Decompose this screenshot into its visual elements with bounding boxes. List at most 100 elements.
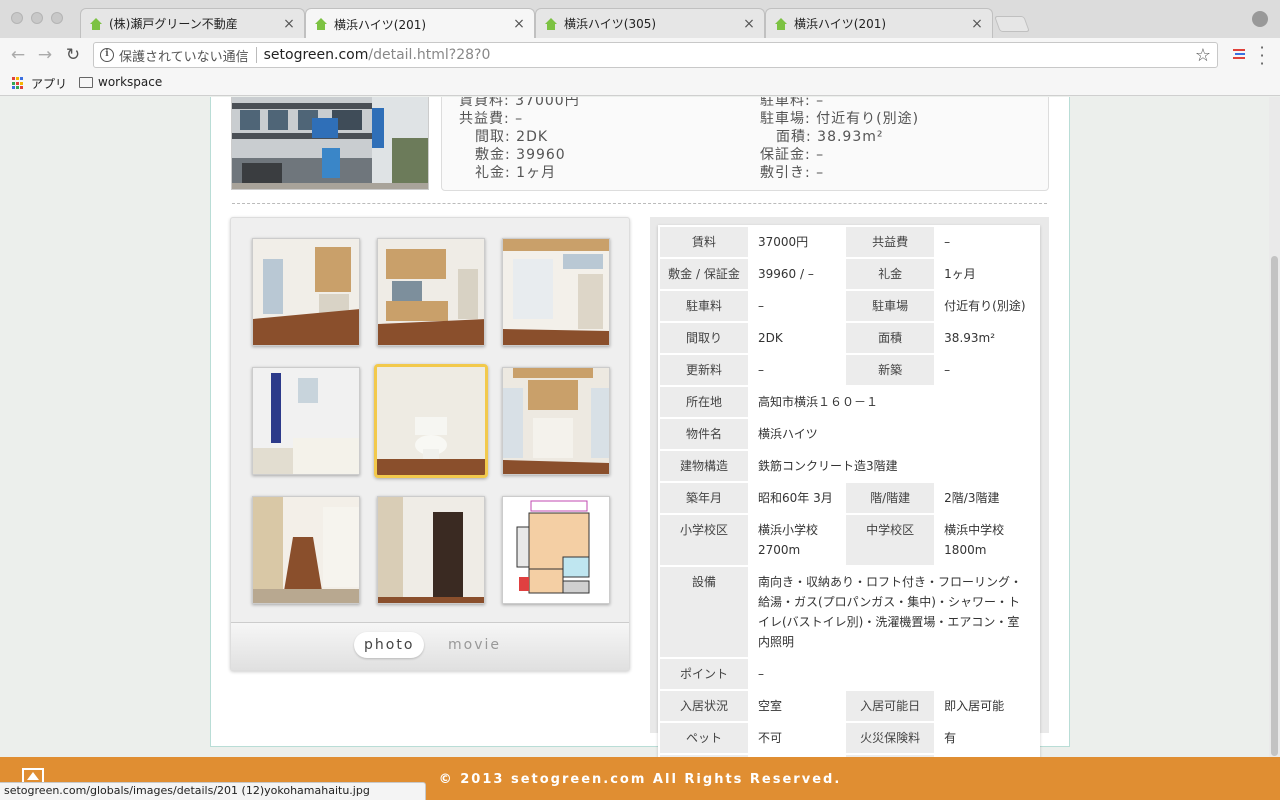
detail-value: 2DK — [747, 321, 847, 355]
detail-label: 入居状況 — [658, 689, 750, 723]
summary-label: 敷引き — [760, 165, 805, 181]
browser-toolbar: ← → ↻ i 保護されていない通信 setogreen.com /detail… — [0, 38, 1280, 72]
detail-label: 設備 — [658, 565, 750, 659]
status-bar-url: setogreen.com/globals/images/details/201… — [0, 782, 426, 800]
detail-label: 新築 — [844, 353, 937, 387]
browser-tab-1[interactable]: 横浜ハイツ(201) × — [305, 8, 535, 39]
summary-label: 面積 — [776, 129, 806, 145]
divider — [232, 203, 1047, 204]
detail-value: 高知市横浜１６０－１ — [748, 385, 1040, 419]
table-row: 敷金 / 保証金 39960 / – 礼金 1ヶ月 — [658, 257, 1040, 291]
detail-label: 賃料 — [658, 225, 750, 259]
table-row: 設備 南向き・収納あり・ロフト付き・フローリング・給湯・ガス(プロパンガス・集中)… — [658, 565, 1040, 659]
apps-grid-icon — [12, 77, 25, 90]
browser-tab-0[interactable]: (株)瀬戸グリーン不動産 × — [80, 8, 305, 38]
detail-label: 建物構造 — [658, 449, 750, 483]
detail-label: 面積 — [844, 321, 937, 355]
browser-tab-3[interactable]: 横浜ハイツ(201) × — [765, 8, 993, 38]
detail-value: 空室 — [747, 689, 847, 723]
reload-icon[interactable]: ↻ — [63, 45, 83, 65]
close-tab-icon[interactable]: × — [282, 16, 296, 32]
detail-value: 昭和60年 3月 — [747, 481, 847, 515]
detail-value: 付近有り(別途) — [934, 289, 1040, 323]
photo-thumbnail[interactable] — [502, 238, 610, 346]
photo-thumbnail[interactable] — [252, 367, 360, 475]
table-row: ペット 不可 火災保険料有 — [658, 721, 1040, 755]
new-tab-button[interactable] — [994, 16, 1030, 32]
extension-icon[interactable] — [1231, 46, 1247, 62]
photo-thumbnail[interactable] — [377, 238, 485, 346]
detail-label: 駐車料 — [658, 289, 750, 323]
detail-label: 中学校区 — [844, 513, 937, 567]
detail-value: 鉄筋コンクリート造3階建 — [748, 449, 1040, 483]
summary-value: 2DK — [516, 129, 549, 145]
detail-value: 不可 — [747, 721, 847, 755]
bookmark-apps[interactable]: アプリ — [12, 75, 67, 92]
close-tab-icon[interactable]: × — [742, 16, 756, 32]
detail-label: 共益費 — [844, 225, 937, 259]
photo-thumbnail-selected[interactable] — [374, 364, 488, 478]
security-label[interactable]: 保護されていない通信 — [119, 46, 249, 65]
table-row: 築年月 昭和60年 3月 階/階建 2階/3階建 — [658, 481, 1040, 515]
summary-label: 間取 — [475, 129, 505, 145]
table-row: 賃料 37000円 共益費 – — [658, 225, 1040, 259]
page-viewport: 賃貸料: 37000円 共益費: – 間取: 2DK 敷金: 39960 礼金:… — [0, 97, 1280, 800]
photo-thumbnail[interactable] — [377, 496, 485, 604]
photo-thumbnail[interactable] — [252, 238, 360, 346]
forward-arrow-icon[interactable]: → — [35, 45, 55, 65]
summary-value: 付近有り(別途) — [816, 111, 920, 127]
info-icon[interactable]: i — [100, 48, 114, 62]
summary-label: 保証金 — [760, 147, 805, 163]
address-bar[interactable]: i 保護されていない通信 setogreen.com /detail.html?… — [93, 42, 1218, 68]
summary-parking: 駐車場: 付近有り(別途) — [760, 111, 920, 127]
bookmark-workspace[interactable]: workspace — [79, 75, 162, 89]
photo-gallery: photo movie — [230, 217, 630, 671]
maximize-window-button[interactable] — [51, 12, 63, 24]
detail-label: 物件名 — [658, 417, 750, 451]
detail-label: 礼金 — [844, 257, 937, 291]
bookmark-star-icon[interactable]: ☆ — [1195, 45, 1211, 66]
detail-value: 1ヶ月 — [934, 257, 1040, 291]
copyright-text: © 2013 setogreen.com All Rights Reserved… — [438, 772, 842, 787]
close-window-button[interactable] — [11, 12, 23, 24]
detail-value: 南向き・収納あり・ロフト付き・フローリング・給湯・ガス(プロパンガス・集中)・シ… — [748, 565, 1040, 659]
detail-label: 敷金 / 保証金 — [658, 257, 750, 291]
summary-deduction: 敷引き: – — [760, 165, 825, 181]
close-tab-icon[interactable]: × — [970, 16, 984, 32]
photo-thumbnail[interactable] — [252, 496, 360, 604]
url-host: setogreen.com — [263, 47, 369, 63]
building-photo[interactable] — [231, 97, 429, 190]
tab-movie[interactable]: movie — [438, 632, 511, 658]
summary-value: – — [816, 165, 825, 181]
back-to-top-icon[interactable] — [22, 768, 44, 782]
scrollbar-thumb[interactable] — [1271, 256, 1278, 756]
back-arrow-icon[interactable]: ← — [8, 45, 28, 65]
minimize-window-button[interactable] — [31, 12, 43, 24]
detail-label: 所在地 — [658, 385, 750, 419]
browser-menu-icon[interactable]: · · · — [1258, 40, 1266, 72]
browser-tab-2[interactable]: 横浜ハイツ(305) × — [535, 8, 765, 38]
detail-value: 即入居可能 — [934, 689, 1040, 723]
close-tab-icon[interactable]: × — [512, 16, 526, 32]
summary-label: 共益費 — [459, 111, 504, 127]
detail-value: 横浜中学校 1800m — [934, 513, 1040, 567]
tab-photo[interactable]: photo — [354, 632, 425, 658]
profile-icon[interactable] — [1252, 11, 1268, 27]
summary-label: 礼金 — [475, 165, 505, 181]
house-icon — [90, 17, 102, 30]
table-row: 更新料 – 新築 – — [658, 353, 1040, 387]
detail-value: – — [747, 289, 847, 323]
detail-value: 横浜小学校 2700m — [747, 513, 847, 567]
bookmark-label: workspace — [98, 75, 163, 89]
summary-value: 38.93m² — [817, 129, 884, 145]
detail-label: 更新料 — [658, 353, 750, 387]
summary-deposit: 敷金: 39960 — [475, 147, 566, 163]
floor-plan-thumbnail[interactable] — [502, 496, 610, 604]
detail-label: ペット — [658, 721, 750, 755]
photo-thumbnail[interactable] — [502, 367, 610, 475]
summary-layout: 間取: 2DK — [475, 129, 549, 145]
detail-label: 入居可能日 — [844, 689, 937, 723]
detail-value: – — [747, 353, 847, 387]
detail-label: 小学校区 — [658, 513, 750, 567]
house-icon — [545, 17, 557, 30]
